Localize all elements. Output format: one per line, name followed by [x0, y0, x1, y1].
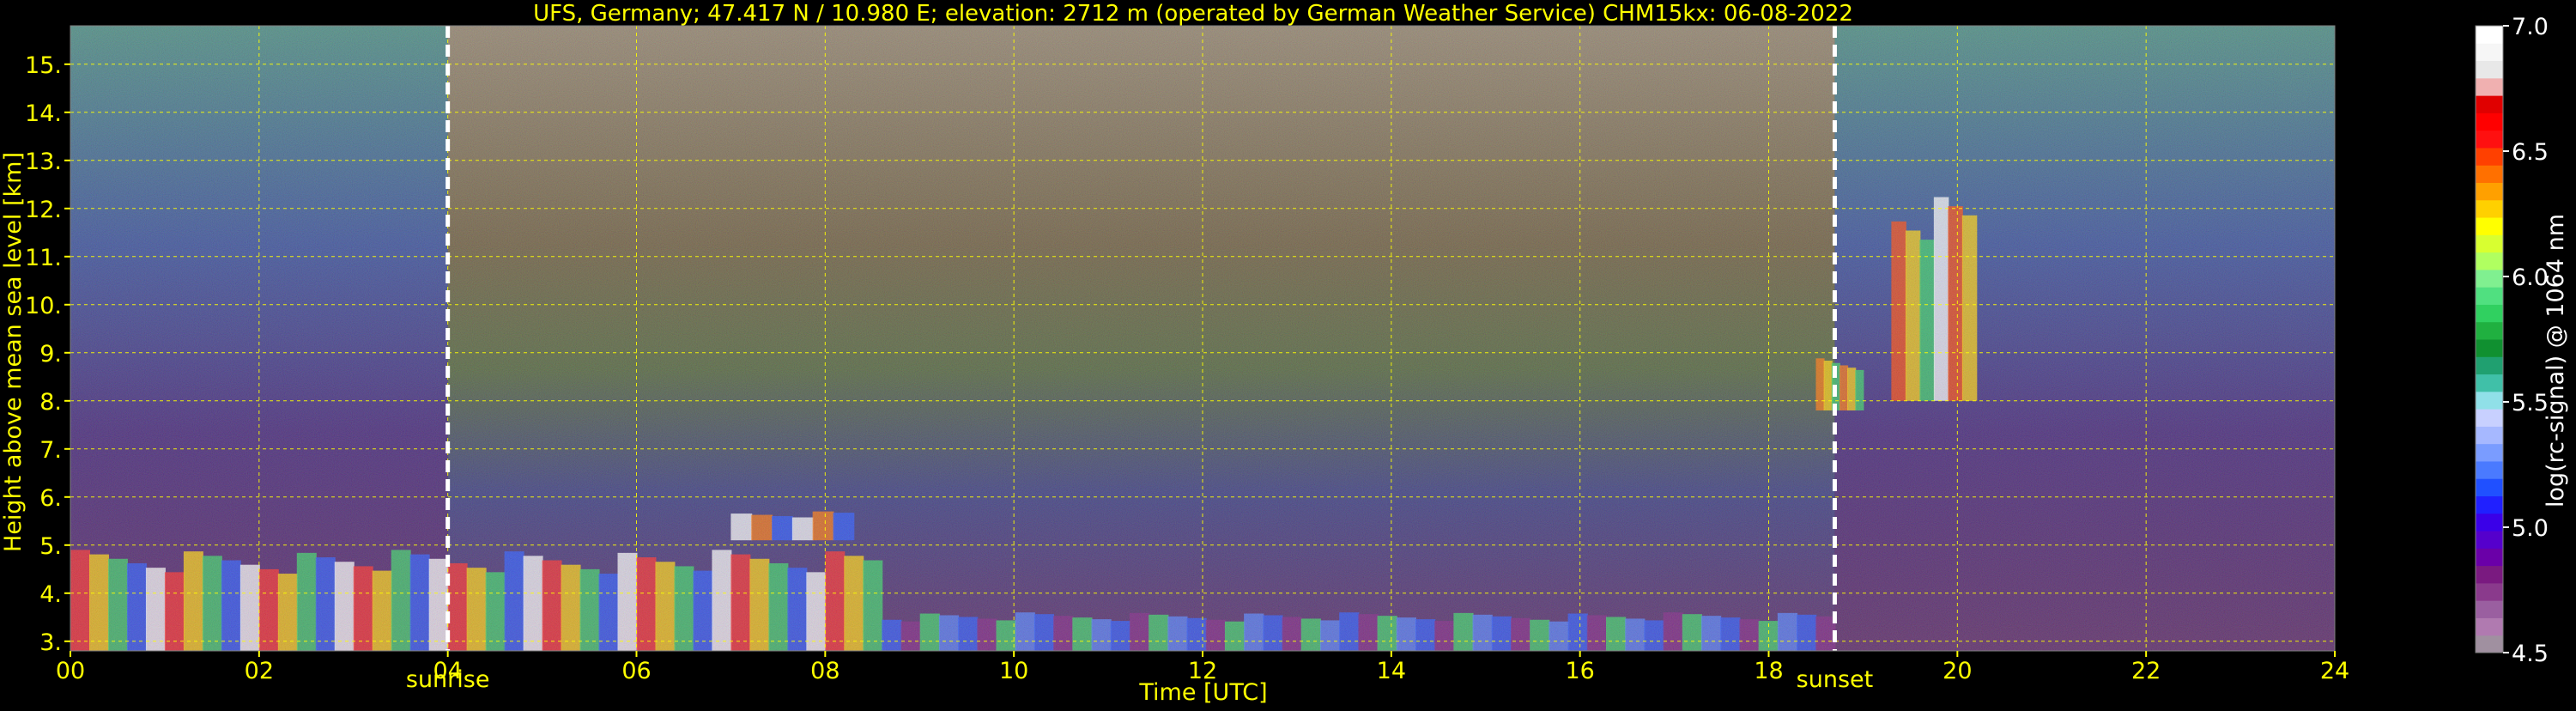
y-tick-label: 5. — [39, 533, 62, 560]
colorbar-tick-label: 7.0 — [2512, 14, 2549, 40]
y-tick-label: 11. — [25, 245, 62, 271]
x-tick-label: 14 — [1377, 658, 1406, 684]
colorbar-swatch — [2476, 443, 2503, 462]
x-tick-label: 16 — [1565, 658, 1594, 684]
x-tick-label: 20 — [1943, 658, 1972, 684]
colorbar: 4.55.05.56.06.57.0 log(rc-signal) @ 1064… — [2475, 14, 2569, 667]
colorbar-swatch — [2476, 426, 2503, 445]
y-tick-label: 13. — [25, 149, 62, 175]
chart-title: UFS, Germany; 47.417 N / 10.980 E; eleva… — [533, 1, 1853, 27]
x-tick-label: 02 — [245, 658, 274, 684]
chart-svg: sunrise sunset 00 02 04 06 08 10 12 14 16 18 20 22 24… — [0, 1, 2569, 706]
colorbar-swatch — [2476, 339, 2503, 357]
colorbar-swatch — [2476, 130, 2503, 149]
ceilometer-figure: sunrise sunset 00 02 04 06 08 10 12 14 16 18 20 22 24… — [0, 0, 2576, 708]
y-axis-ticks: 3. 4. 5. 6. 7. 8. 9. 10. 11. 12. 13. 14. 15. — [25, 52, 70, 656]
colorbar-swatch — [2476, 356, 2503, 375]
colorbar-swatch — [2476, 234, 2503, 253]
y-tick-label: 12. — [25, 197, 62, 223]
colorbar-swatch — [2476, 252, 2503, 270]
colorbar-swatch — [2476, 287, 2503, 305]
colorbar-swatch — [2476, 374, 2503, 392]
colorbar-swatch — [2476, 582, 2503, 601]
colorbar-swatch — [2476, 478, 2503, 496]
colorbar-swatch — [2476, 95, 2503, 113]
y-axis-label: Height above mean sea level [km] — [0, 152, 27, 552]
colorbar-swatch — [2476, 304, 2503, 323]
colorbar-swatch — [2476, 199, 2503, 218]
y-tick-label: 14. — [25, 100, 62, 127]
colorbar-swatch — [2476, 60, 2503, 79]
colorbar-swatch — [2476, 617, 2503, 636]
x-tick-label: 08 — [810, 658, 839, 684]
y-tick-label: 6. — [39, 485, 62, 512]
annotation-label-sunset: sunset — [1797, 666, 1874, 693]
colorbar-swatch — [2476, 565, 2503, 584]
colorbar-swatch — [2476, 165, 2503, 183]
y-tick-label: 7. — [39, 437, 62, 464]
colorbar-tick-label: 4.5 — [2512, 641, 2549, 667]
colorbar-swatch — [2476, 495, 2503, 514]
y-tick-label: 3. — [39, 629, 62, 656]
colorbar-swatch — [2476, 321, 2503, 340]
colorbar-tick-label: 5.0 — [2512, 515, 2549, 542]
colorbar-swatch — [2476, 513, 2503, 532]
colorbar-swatch — [2476, 217, 2503, 235]
colorbar-swatch — [2476, 26, 2503, 44]
y-tick-label: 9. — [39, 341, 62, 368]
colorbar-swatch — [2476, 112, 2503, 131]
colorbar-swatch — [2476, 269, 2503, 288]
colorbar-label: log(rc-signal) @ 1064 nm — [2543, 214, 2569, 507]
y-tick-label: 10. — [25, 293, 62, 319]
colorbar-swatch — [2476, 391, 2503, 410]
colorbar-swatch — [2476, 182, 2503, 201]
colorbar-swatch — [2476, 460, 2503, 479]
colorbar-swatch — [2476, 147, 2503, 166]
y-tick-label: 15. — [25, 52, 62, 79]
x-tick-label: 24 — [2320, 658, 2349, 684]
y-tick-label: 4. — [39, 581, 62, 608]
x-axis-label: Time [UTC] — [1138, 679, 1267, 706]
y-tick-label: 8. — [39, 389, 62, 416]
colorbar-tick-label: 6.5 — [2512, 139, 2549, 166]
x-tick-label: 00 — [56, 658, 85, 684]
colorbar-swatch — [2476, 548, 2503, 567]
x-tick-label: 06 — [621, 658, 651, 684]
colorbar-swatch — [2476, 77, 2503, 96]
x-tick-label: 04 — [433, 658, 462, 684]
x-tick-label: 10 — [999, 658, 1028, 684]
colorbar-swatch — [2476, 635, 2503, 653]
colorbar-swatch — [2476, 409, 2503, 427]
x-tick-label: 22 — [2131, 658, 2161, 684]
colorbar-swatch — [2476, 600, 2503, 618]
x-tick-label: 18 — [1754, 658, 1783, 684]
colorbar-swatch — [2476, 531, 2503, 549]
colorbar-swatch — [2476, 43, 2503, 62]
